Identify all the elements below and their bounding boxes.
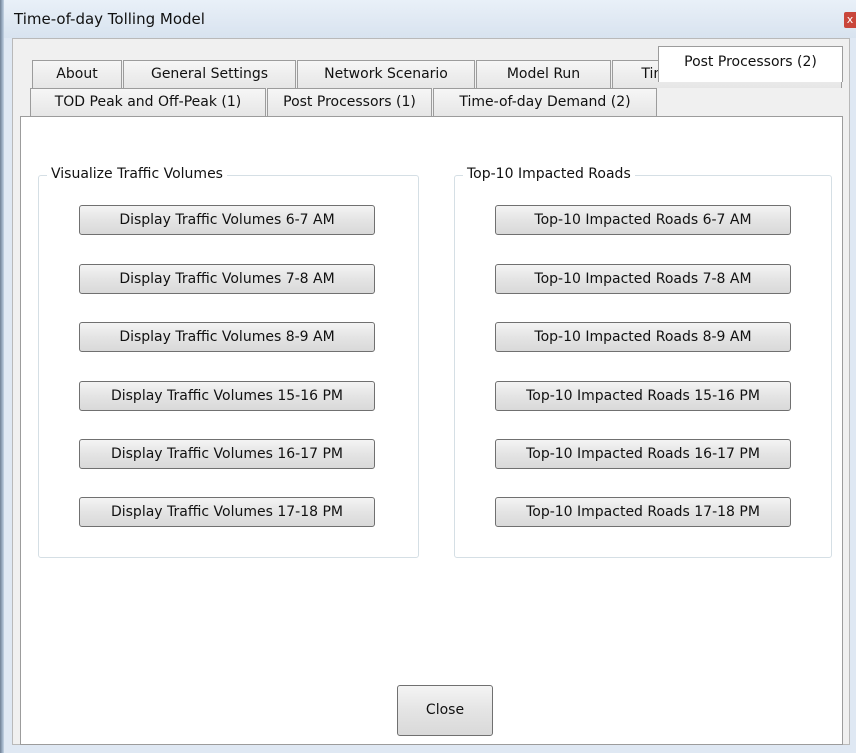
title-bar[interactable]: Time-of-day Tolling Model x xyxy=(4,0,856,38)
tab-time-of-day-demand-2[interactable]: Time-of-day Demand (2) xyxy=(433,88,657,116)
window-left-border xyxy=(0,0,4,753)
window-title: Time-of-day Tolling Model xyxy=(14,10,205,28)
top-10-impacted-roads-7-8am-button[interactable]: Top-10 Impacted Roads 7-8 AM xyxy=(495,264,791,294)
tab-about[interactable]: About xyxy=(32,60,122,88)
tab-general-settings[interactable]: General Settings xyxy=(123,60,296,88)
top-10-impacted-roads-16-17pm-button[interactable]: Top-10 Impacted Roads 16-17 PM xyxy=(495,439,791,469)
display-traffic-volumes-15-16pm-button[interactable]: Display Traffic Volumes 15-16 PM xyxy=(79,381,375,411)
tab-model-run[interactable]: Model Run xyxy=(476,60,611,88)
top-10-impacted-roads-6-7am-button[interactable]: Top-10 Impacted Roads 6-7 AM xyxy=(495,205,791,235)
display-traffic-volumes-17-18pm-button[interactable]: Display Traffic Volumes 17-18 PM xyxy=(79,497,375,527)
tab-panel-post-processors-2: Visualize Traffic Volumes Display Traffi… xyxy=(20,116,843,745)
application-window: Time-of-day Tolling Model x About Genera… xyxy=(0,0,856,753)
window-close-icon[interactable]: x xyxy=(844,12,856,28)
top-10-impacted-roads-8-9am-button[interactable]: Top-10 Impacted Roads 8-9 AM xyxy=(495,322,791,352)
display-traffic-volumes-16-17pm-button[interactable]: Display Traffic Volumes 16-17 PM xyxy=(79,439,375,469)
display-traffic-volumes-7-8am-button[interactable]: Display Traffic Volumes 7-8 AM xyxy=(79,264,375,294)
display-traffic-volumes-6-7am-button[interactable]: Display Traffic Volumes 6-7 AM xyxy=(79,205,375,235)
top-10-impacted-roads-17-18pm-button[interactable]: Top-10 Impacted Roads 17-18 PM xyxy=(495,497,791,527)
group-label-visualize-traffic-volumes: Visualize Traffic Volumes xyxy=(47,166,227,182)
tab-tod-peak-off-peak-1[interactable]: TOD Peak and Off-Peak (1) xyxy=(30,88,266,116)
tab-network-scenario[interactable]: Network Scenario xyxy=(297,60,475,88)
tab-post-processors-2[interactable]: Post Processors (2) xyxy=(658,46,843,82)
group-label-top-10-impacted-roads: Top-10 Impacted Roads xyxy=(463,166,635,182)
display-traffic-volumes-8-9am-button[interactable]: Display Traffic Volumes 8-9 AM xyxy=(79,322,375,352)
close-button[interactable]: Close xyxy=(397,685,493,736)
top-10-impacted-roads-15-16pm-button[interactable]: Top-10 Impacted Roads 15-16 PM xyxy=(495,381,791,411)
tab-post-processors-1[interactable]: Post Processors (1) xyxy=(267,88,432,116)
